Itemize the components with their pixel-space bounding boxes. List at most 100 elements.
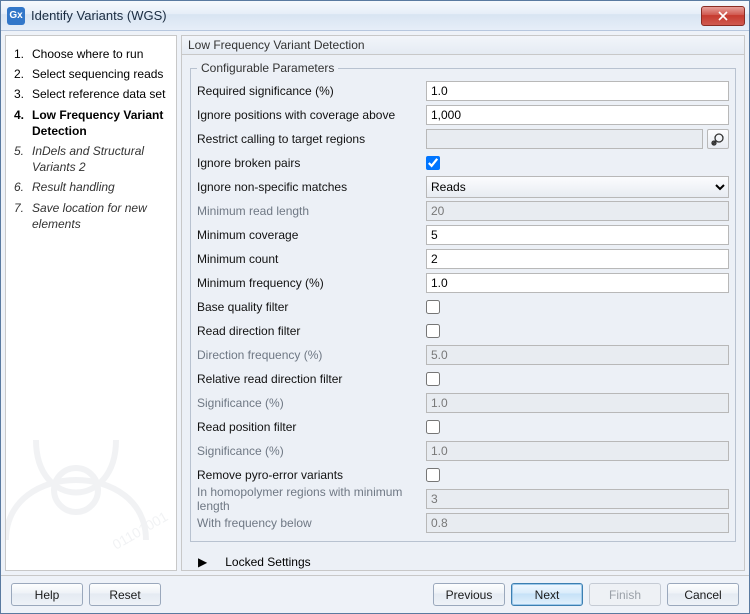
param-label: Direction frequency (%)	[197, 348, 426, 362]
step-label: Select sequencing reads	[32, 66, 168, 82]
step-number: 3.	[14, 86, 32, 102]
param-control	[426, 201, 729, 221]
param-row: With frequency below	[197, 511, 729, 535]
param-control	[426, 513, 729, 533]
wizard-step[interactable]: 2.Select sequencing reads	[14, 66, 168, 82]
checkbox-input[interactable]	[426, 372, 440, 386]
param-row: Required significance (%)	[197, 79, 729, 103]
step-label: Choose where to run	[32, 46, 168, 62]
close-button[interactable]	[701, 6, 745, 26]
wizard-step[interactable]: 5.InDels and Structural Variants 2	[14, 143, 168, 175]
wizard-step[interactable]: 1.Choose where to run	[14, 46, 168, 62]
wizard-steps-sidebar: 1.Choose where to run 2.Select sequencing…	[5, 35, 177, 571]
param-control	[426, 300, 729, 314]
param-control	[426, 129, 729, 149]
param-row: In homopolymer regions with minimum leng…	[197, 487, 729, 511]
finish-button: Finish	[589, 583, 661, 606]
wizard-step[interactable]: 3.Select reference data set	[14, 86, 168, 102]
param-row: Ignore positions with coverage above	[197, 103, 729, 127]
param-label: Ignore non-specific matches	[197, 180, 426, 194]
previous-button[interactable]: Previous	[433, 583, 505, 606]
checkbox-input[interactable]	[426, 420, 440, 434]
step-label: Save location for new elements	[32, 200, 168, 232]
cancel-button[interactable]: Cancel	[667, 583, 739, 606]
param-label: Remove pyro-error variants	[197, 468, 426, 482]
param-label: With frequency below	[197, 516, 426, 530]
text-input	[426, 393, 729, 413]
param-row: Minimum read length	[197, 199, 729, 223]
param-control	[426, 372, 729, 386]
text-input[interactable]	[426, 249, 729, 269]
param-label: Base quality filter	[197, 300, 426, 314]
help-button[interactable]: Help	[11, 583, 83, 606]
param-row: Relative read direction filter	[197, 367, 729, 391]
close-icon	[718, 11, 728, 21]
param-label: Ignore positions with coverage above	[197, 108, 426, 122]
text-input[interactable]	[426, 225, 729, 245]
select-input[interactable]: Reads	[426, 176, 729, 198]
param-label: Read direction filter	[197, 324, 426, 338]
step-number: 5.	[14, 143, 32, 175]
step-label: Select reference data set	[32, 86, 168, 102]
param-control: Reads	[426, 176, 729, 198]
step-number: 1.	[14, 46, 32, 62]
param-label: Ignore broken pairs	[197, 156, 426, 170]
browse-icon	[711, 132, 725, 146]
panel-header: Low Frequency Variant Detection	[182, 36, 744, 55]
locked-settings-toggle[interactable]: ▶ Locked Settings	[190, 548, 736, 570]
param-control	[426, 249, 729, 269]
param-label: Minimum count	[197, 252, 426, 266]
target-regions-field	[426, 129, 703, 149]
caret-right-icon: ▶	[198, 555, 207, 569]
text-input	[426, 489, 729, 509]
wizard-window: Gx Identify Variants (WGS) 1.Choose wher…	[0, 0, 750, 614]
text-input	[426, 201, 729, 221]
next-button[interactable]: Next	[511, 583, 583, 606]
checkbox-input[interactable]	[426, 300, 440, 314]
checkbox-input[interactable]	[426, 156, 440, 170]
param-row: Significance (%)	[197, 439, 729, 463]
param-label: Relative read direction filter	[197, 372, 426, 386]
dialog-body: 1.Choose where to run 2.Select sequencing…	[1, 31, 749, 575]
step-label: Low Frequency Variant Detection	[32, 107, 168, 139]
titlebar: Gx Identify Variants (WGS)	[1, 1, 749, 31]
param-row: Direction frequency (%)	[197, 343, 729, 367]
param-label: Read position filter	[197, 420, 426, 434]
text-input	[426, 345, 729, 365]
param-row: Remove pyro-error variants	[197, 463, 729, 487]
wizard-step[interactable]: 6.Result handling	[14, 179, 168, 195]
param-row: Read position filter	[197, 415, 729, 439]
param-control	[426, 324, 729, 338]
text-input	[426, 441, 729, 461]
text-input[interactable]	[426, 81, 729, 101]
param-row: Ignore non-specific matchesReads	[197, 175, 729, 199]
param-control	[426, 345, 729, 365]
step-label: InDels and Structural Variants 2	[32, 143, 168, 175]
watermark-icon: 01101001	[5, 360, 177, 571]
reset-button[interactable]: Reset	[89, 583, 161, 606]
param-control	[426, 489, 729, 509]
param-label: Significance (%)	[197, 396, 426, 410]
param-control	[426, 468, 729, 482]
wizard-step[interactable]: 4.Low Frequency Variant Detection	[14, 107, 168, 139]
param-row: Restrict calling to target regions	[197, 127, 729, 151]
checkbox-input[interactable]	[426, 468, 440, 482]
checkbox-input[interactable]	[426, 324, 440, 338]
steps-list: 1.Choose where to run 2.Select sequencing…	[14, 46, 168, 232]
dialog-footer: Help Reset Previous Next Finish Cancel	[1, 575, 749, 613]
text-input[interactable]	[426, 105, 729, 125]
step-number: 6.	[14, 179, 32, 195]
panel-content: Configurable Parameters Required signifi…	[182, 55, 744, 570]
browse-button[interactable]	[707, 129, 729, 149]
configurable-parameters-group: Configurable Parameters Required signifi…	[190, 61, 736, 542]
wizard-step[interactable]: 7.Save location for new elements	[14, 200, 168, 232]
text-input[interactable]	[426, 273, 729, 293]
window-title: Identify Variants (WGS)	[31, 8, 701, 23]
param-row: Ignore broken pairs	[197, 151, 729, 175]
group-title: Configurable Parameters	[197, 61, 338, 75]
step-number: 7.	[14, 200, 32, 232]
param-control	[426, 393, 729, 413]
param-label: Significance (%)	[197, 444, 426, 458]
param-label: Minimum coverage	[197, 228, 426, 242]
param-row: Minimum count	[197, 247, 729, 271]
